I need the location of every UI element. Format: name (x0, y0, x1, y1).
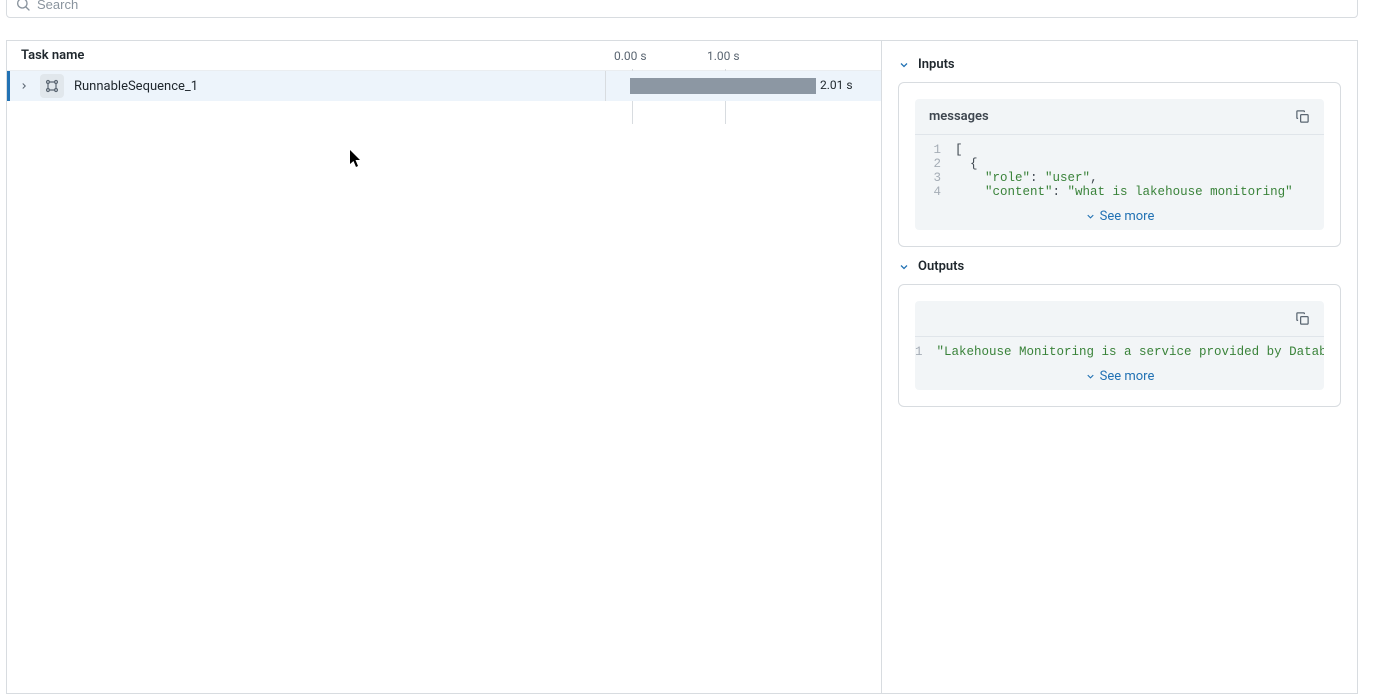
col-task-name: Task name (21, 48, 84, 63)
chevron-down-icon (898, 59, 910, 71)
right-pane: Inputs messages 1[2 {3 "role": "user",4 … (882, 41, 1357, 693)
code-line: 4 "content": "what is lakehouse monitori… (915, 185, 1324, 199)
codebox-header: messages (915, 99, 1324, 135)
task-row[interactable]: RunnableSequence_1 2.01 s (7, 71, 881, 101)
see-more-button[interactable]: See more (915, 363, 1324, 390)
code-line: 2 { (915, 157, 1324, 171)
see-more-label: See more (1100, 209, 1155, 224)
code-line: 1[ (915, 143, 1324, 157)
chain-icon (40, 74, 64, 98)
output-line: "Lakehouse Monitoring is a service provi… (937, 345, 1324, 359)
see-more-button[interactable]: See more (915, 203, 1324, 230)
left-pane: Task name 0.00 s 1.00 s (7, 41, 882, 693)
inputs-header[interactable]: Inputs (898, 57, 1341, 72)
main-split: Task name 0.00 s 1.00 s (6, 40, 1358, 694)
task-duration-label: 2.01 s (820, 78, 853, 92)
messages-label: messages (929, 109, 989, 124)
inputs-section: Inputs messages 1[2 {3 "role": "user",4 … (898, 57, 1341, 247)
search-input[interactable] (37, 0, 1349, 12)
see-more-label: See more (1100, 369, 1155, 384)
outputs-title: Outputs (918, 259, 964, 274)
search-bar[interactable] (6, 0, 1358, 18)
outputs-header[interactable]: Outputs (898, 259, 1341, 274)
chevron-down-icon (898, 261, 910, 273)
inputs-card: messages 1[2 {3 "role": "user",4 "conten… (898, 82, 1341, 247)
inputs-title: Inputs (918, 57, 955, 72)
search-icon (15, 0, 31, 12)
task-name-label: RunnableSequence_1 (74, 79, 198, 94)
chevron-down-icon (1085, 371, 1096, 382)
messages-codebox: messages 1[2 {3 "role": "user",4 "conten… (915, 99, 1324, 230)
expand-toggle[interactable] (16, 78, 32, 94)
copy-icon[interactable] (1295, 311, 1310, 326)
outputs-card: 1"Lakehouse Monitoring is a service prov… (898, 284, 1341, 407)
codebox-body: 1"Lakehouse Monitoring is a service prov… (915, 337, 1324, 363)
code-line: 3 "role": "user", (915, 171, 1324, 185)
outputs-codebox: 1"Lakehouse Monitoring is a service prov… (915, 301, 1324, 390)
timeline-header: Task name 0.00 s 1.00 s (7, 41, 881, 71)
time-tick: 1.00 s (707, 49, 740, 63)
codebox-header (915, 301, 1324, 337)
codebox-body: 1[2 {3 "role": "user",4 "content": "what… (915, 135, 1324, 203)
task-duration-bar (630, 78, 816, 94)
outputs-section: Outputs 1"Lakehouse Monitoring is a serv… (898, 259, 1341, 407)
time-tick: 0.00 s (614, 49, 647, 63)
copy-icon[interactable] (1295, 109, 1310, 124)
task-bar-area: 2.01 s (605, 71, 881, 101)
chevron-down-icon (1085, 211, 1096, 222)
